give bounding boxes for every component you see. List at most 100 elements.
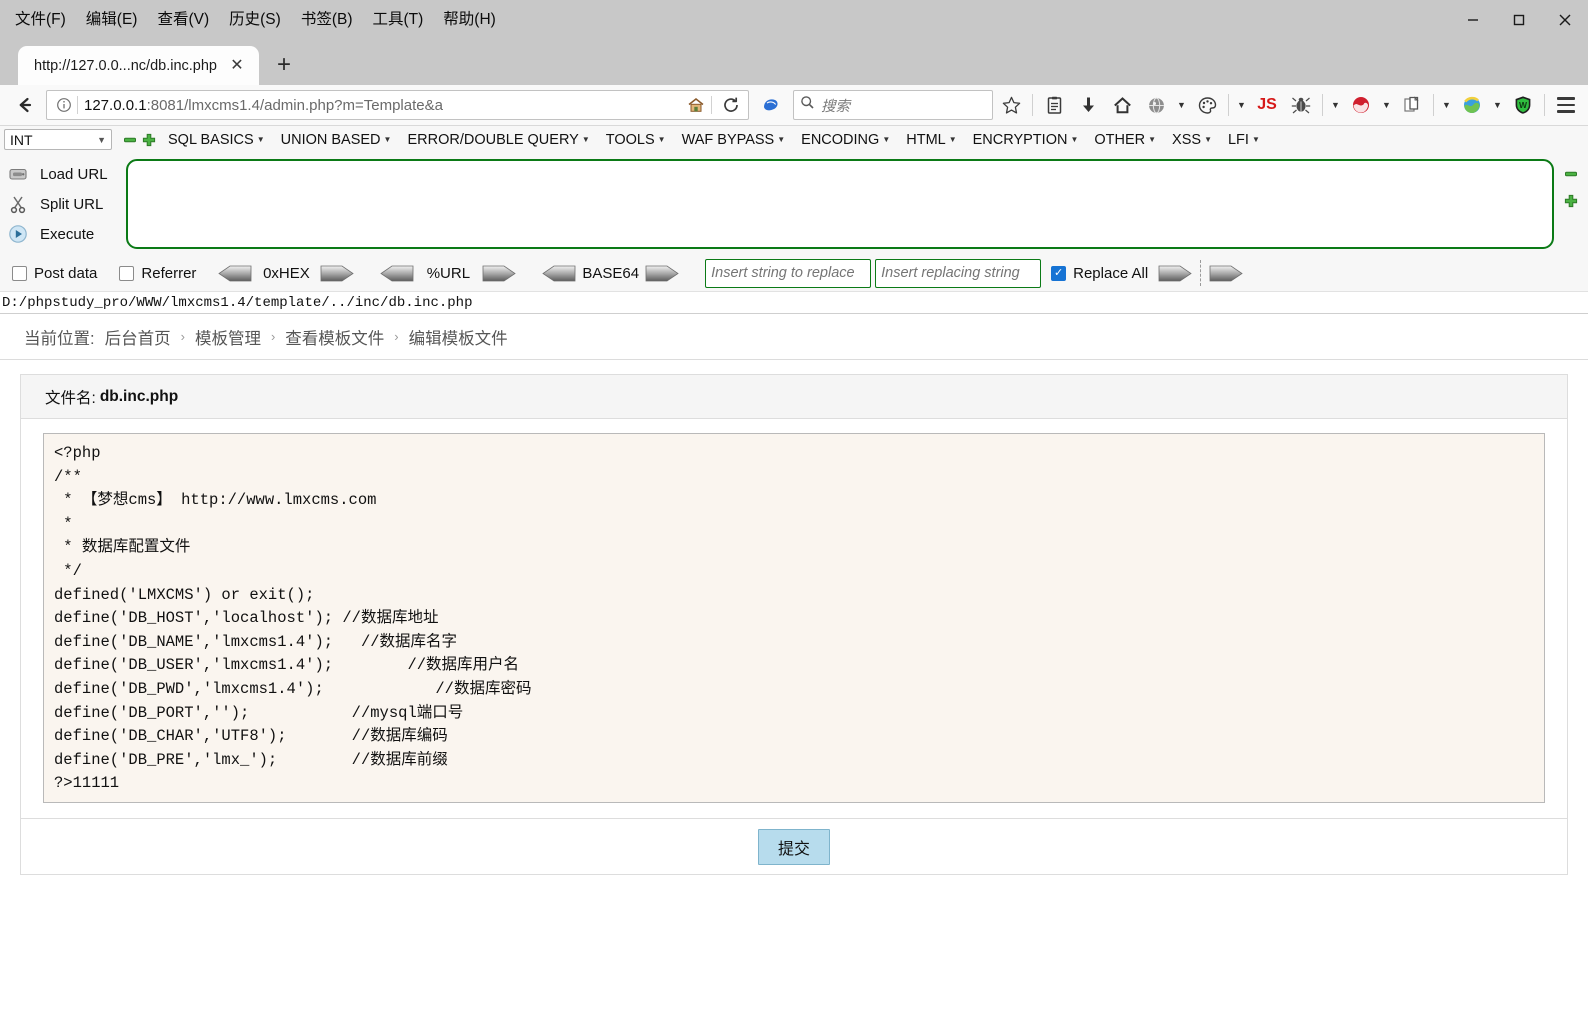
home-icon[interactable] (1106, 89, 1138, 121)
browser-tab[interactable]: http://127.0.0...nc/db.inc.php ✕ (18, 46, 259, 85)
menu-edit[interactable]: 编辑(E) (77, 8, 147, 32)
bookmark-star-icon[interactable] (995, 89, 1027, 121)
replace-apply-all-button[interactable] (1209, 265, 1243, 282)
hackbar-menu-row: INT ▼ SQL BASICS ▼ UNION BASED ▼ ERROR/DOU… (0, 126, 1588, 153)
checkbox-box (12, 265, 27, 281)
back-button[interactable] (8, 88, 42, 122)
menu-bar: 文件(F) 编辑(E) 查看(V) 历史(S) 书签(B) 工具(T) 帮助(H… (0, 0, 505, 40)
menu-help[interactable]: 帮助(H) (434, 8, 505, 32)
hackbar-actions: Load URL Split URL Execute (0, 153, 126, 255)
copy-pages-icon[interactable] (1396, 89, 1428, 121)
editor-card: 文件名: db.inc.php 提交 (20, 374, 1568, 875)
menu-view[interactable]: 查看(V) (148, 8, 218, 32)
hackbar-menu-union-based[interactable]: UNION BASED ▼ (273, 130, 400, 150)
plus-icon[interactable] (1564, 194, 1578, 213)
reload-icon[interactable] (718, 92, 744, 118)
menu-bookmarks[interactable]: 书签(B) (292, 8, 362, 32)
reload-divider (711, 96, 712, 114)
account-globe-icon[interactable] (1140, 89, 1172, 121)
execute-action[interactable]: Execute (0, 219, 126, 249)
replace-all-checkbox[interactable]: Replace All (1051, 265, 1148, 282)
post-data-checkbox[interactable]: Post data (12, 265, 97, 282)
chevron-down-icon: ▼ (882, 135, 891, 144)
home-page-icon[interactable] (683, 92, 709, 118)
app-menu-button[interactable] (1550, 90, 1582, 120)
referrer-checkbox[interactable]: Referrer (119, 265, 196, 282)
cookie-manager-icon[interactable] (1345, 89, 1377, 121)
submit-button[interactable]: 提交 (757, 828, 830, 865)
maximize-button[interactable] (1496, 0, 1542, 40)
hackbar-extension-icon[interactable] (755, 89, 787, 121)
copy-chevron-down-icon[interactable]: ▼ (1439, 90, 1454, 120)
hackbar-menu-xss[interactable]: XSS ▼ (1164, 130, 1220, 150)
search-icon (800, 95, 815, 115)
navigation-toolbar: 127.0.0.1:8081/lmxcms1.4/admin.php?m=Tem… (0, 85, 1588, 126)
breadcrumb-item-home[interactable]: 后台首页 (105, 325, 171, 349)
proxy-chevron-down-icon[interactable]: ▼ (1490, 90, 1505, 120)
search-bar[interactable]: 搜索 (793, 90, 993, 120)
breadcrumb-item-template-manage[interactable]: 模板管理 (195, 325, 261, 349)
menu-file[interactable]: 文件(F) (6, 8, 75, 32)
hackbar-side-controls (1554, 153, 1588, 255)
hackbar-type-select[interactable]: INT ▼ (4, 129, 112, 150)
breadcrumb-item-view-template-file[interactable]: 查看模板文件 (285, 325, 384, 349)
hex-decode-button[interactable] (218, 265, 252, 282)
minimize-button[interactable] (1450, 0, 1496, 40)
close-button[interactable] (1542, 0, 1588, 40)
hex-encode-button[interactable] (320, 265, 355, 282)
breadcrumb-prefix: 当前位置: (24, 329, 95, 348)
site-info-icon[interactable] (53, 94, 75, 116)
toolbar-divider-4 (1433, 94, 1434, 116)
firebug-bug-icon[interactable] (1285, 89, 1317, 121)
chevron-down-icon: ▼ (1070, 135, 1079, 144)
tab-close-icon[interactable]: ✕ (227, 56, 247, 76)
hackbar-menu-label: OTHER (1094, 131, 1146, 148)
hackbar-menu-label: SQL BASICS (168, 131, 254, 148)
url-rest: :8081/lmxcms1.4/admin.php?m=Template&a (146, 96, 443, 114)
hackbar-menu-error-query[interactable]: ERROR/DOUBLE QUERY ▼ (399, 130, 597, 150)
address-bar[interactable]: 127.0.0.1:8081/lmxcms1.4/admin.php?m=Tem… (46, 90, 749, 120)
new-tab-button[interactable]: + (267, 48, 301, 82)
replace-to-input[interactable] (875, 258, 1042, 288)
hackbar-menu-sql-basics[interactable]: SQL BASICS ▼ (160, 130, 273, 150)
downloads-icon[interactable] (1072, 89, 1104, 121)
hackbar-menu-waf-bypass[interactable]: WAF BYPASS ▼ (674, 130, 794, 150)
search-placeholder: 搜索 (821, 98, 850, 115)
breadcrumb-item-edit-template-file[interactable]: 编辑模板文件 (409, 325, 508, 349)
split-url-action[interactable]: Split URL (0, 189, 126, 219)
base64-decode-button[interactable] (542, 265, 576, 282)
hackbar-menu-encryption[interactable]: ENCRYPTION ▼ (965, 130, 1087, 150)
library-icon[interactable] (1038, 89, 1070, 121)
base64-encode-button[interactable] (645, 265, 679, 282)
chevron-down-icon: ▼ (777, 135, 786, 144)
plus-icon[interactable] (141, 132, 157, 148)
split-url-label: Split URL (40, 195, 104, 213)
javascript-toggle-icon[interactable]: JS (1251, 89, 1283, 121)
load-url-action[interactable]: Load URL (0, 159, 126, 189)
url-decode-button[interactable] (380, 265, 414, 282)
wappalyzer-shield-icon[interactable]: W (1507, 89, 1539, 121)
hackbar-menu-encoding[interactable]: ENCODING ▼ (793, 130, 898, 150)
minus-icon[interactable] (1564, 167, 1578, 186)
account-chevron-down-icon[interactable]: ▼ (1174, 90, 1189, 120)
hex-label: 0xHEX (263, 264, 310, 282)
hackbar-url-textarea[interactable] (126, 159, 1554, 249)
chevron-down-icon: ▼ (948, 135, 957, 144)
palette-chevron-down-icon[interactable]: ▼ (1234, 90, 1249, 120)
minus-icon[interactable] (122, 132, 138, 148)
replace-from-input[interactable] (705, 258, 872, 288)
palette-icon[interactable] (1191, 89, 1223, 121)
menu-history[interactable]: 历史(S) (220, 8, 290, 32)
hackbar-menu-tools[interactable]: TOOLS ▼ (598, 130, 674, 150)
breadcrumb: 当前位置: 后台首页 › 模板管理 › 查看模板文件 › 编辑模板文件 (0, 314, 1588, 360)
url-encode-button[interactable] (482, 265, 517, 282)
menu-tools[interactable]: 工具(T) (363, 8, 432, 32)
hackbar-menu-other[interactable]: OTHER ▼ (1086, 130, 1164, 150)
firebug-chevron-down-icon[interactable]: ▼ (1328, 90, 1343, 120)
file-content-textarea[interactable] (43, 433, 1545, 803)
replace-apply-button[interactable] (1158, 265, 1192, 282)
proxy-switcher-icon[interactable] (1456, 89, 1488, 121)
hackbar-menu-lfi[interactable]: LFI ▼ (1220, 130, 1268, 150)
cookie-chevron-down-icon[interactable]: ▼ (1379, 90, 1394, 120)
hackbar-menu-html[interactable]: HTML ▼ (898, 130, 964, 150)
